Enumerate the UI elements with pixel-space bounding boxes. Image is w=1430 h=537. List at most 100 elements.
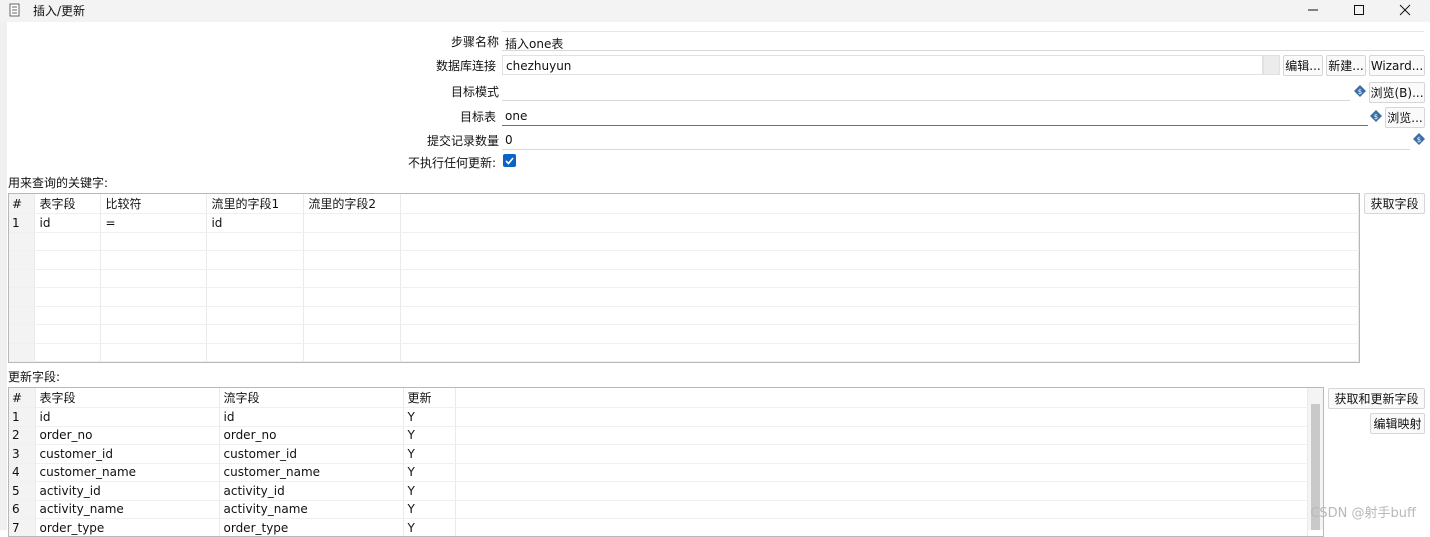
table-cell[interactable]: id — [219, 408, 403, 427]
close-button[interactable] — [1382, 0, 1428, 20]
update-header-row: # 表字段 流字段 更新 — [9, 388, 1307, 408]
table-cell[interactable]: Y — [403, 426, 455, 445]
column-header[interactable]: 流里的字段1 — [207, 194, 304, 214]
variable-diamond-icon: $ — [1370, 110, 1382, 122]
row-number: 2 — [9, 426, 35, 445]
column-header[interactable]: 表字段 — [35, 388, 219, 408]
variable-diamond-icon: $ — [1354, 85, 1366, 97]
table-cell[interactable]: activity_name — [219, 500, 403, 519]
table-cell[interactable]: Y — [403, 482, 455, 501]
filler-header — [401, 194, 1359, 214]
table-cell[interactable]: Y — [403, 445, 455, 464]
table-browse-button[interactable]: 浏览... — [1385, 107, 1425, 128]
table-cell[interactable]: = — [101, 214, 207, 233]
empty-row — [9, 232, 1359, 251]
table-row[interactable]: 1 id = id — [9, 214, 1359, 233]
step-icon — [9, 3, 21, 17]
empty-row — [9, 343, 1359, 362]
variable-diamond-icon: $ — [1413, 133, 1425, 145]
keys-table[interactable]: # 表字段 比较符 流里的字段1 流里的字段2 1 id = id — [8, 193, 1360, 363]
update-fields-table[interactable]: # 表字段 流字段 更新 1 id id Y 2 order_no order_… — [8, 387, 1324, 537]
minimize-button[interactable] — [1290, 0, 1336, 20]
table-cell[interactable]: Y — [403, 500, 455, 519]
new-connection-button[interactable]: 新建... — [1326, 55, 1366, 76]
table-row[interactable]: 1 id id Y — [9, 408, 1307, 427]
table-cell[interactable]: order_type — [219, 519, 403, 537]
schema-browse-button[interactable]: 浏览(B)... — [1369, 82, 1425, 103]
no-update-checkbox[interactable] — [503, 154, 516, 167]
table-cell[interactable] — [304, 214, 401, 233]
filler-cell — [455, 408, 1307, 427]
table-label: 目标表 — [400, 108, 496, 125]
table-cell[interactable]: Y — [403, 463, 455, 482]
title-bar: 插入/更新 — [0, 0, 1430, 22]
table-cell[interactable]: order_no — [219, 426, 403, 445]
get-update-fields-button[interactable]: 获取和更新字段 — [1328, 388, 1425, 409]
edit-mapping-button[interactable]: 编辑映射 — [1370, 413, 1425, 434]
svg-text:$: $ — [1417, 136, 1421, 144]
schema-label: 目标模式 — [400, 83, 499, 100]
row-number: 6 — [9, 500, 35, 519]
table-cell[interactable]: id — [207, 214, 304, 233]
get-fields-button[interactable]: 获取字段 — [1364, 193, 1425, 214]
row-number: 4 — [9, 463, 35, 482]
column-header[interactable]: 表字段 — [35, 194, 101, 214]
table-cell[interactable]: customer_id — [35, 445, 219, 464]
minimize-icon — [1307, 4, 1319, 16]
connection-label: 数据库连接 — [400, 57, 496, 74]
table-cell[interactable]: activity_id — [219, 482, 403, 501]
checkmark-icon — [504, 155, 515, 166]
close-icon — [1399, 4, 1411, 16]
empty-row — [9, 269, 1359, 288]
background-window-edge — [0, 22, 7, 530]
filler-header — [455, 388, 1307, 408]
watermark: CSDN @射手buff — [1310, 502, 1416, 521]
no-update-label: 不执行任何更新: — [400, 154, 496, 171]
table-cell[interactable]: order_no — [35, 426, 219, 445]
keys-section-label: 用来查询的关键字: — [8, 174, 108, 191]
connection-dropdown-toggle[interactable] — [1263, 55, 1280, 75]
column-header[interactable]: 比较符 — [101, 194, 207, 214]
table-cell[interactable]: Y — [403, 408, 455, 427]
table-cell[interactable]: customer_name — [219, 463, 403, 482]
wizard-button[interactable]: Wizard... — [1369, 55, 1425, 76]
column-header[interactable]: 更新 — [403, 388, 455, 408]
filler-cell — [455, 445, 1307, 464]
column-header[interactable]: # — [9, 194, 35, 214]
column-header[interactable]: # — [9, 388, 35, 408]
table-cell[interactable]: customer_id — [219, 445, 403, 464]
table-cell[interactable]: id — [35, 214, 101, 233]
maximize-button[interactable] — [1336, 0, 1382, 20]
table-cell[interactable]: order_type — [35, 519, 219, 537]
empty-row — [9, 325, 1359, 344]
svg-text:$: $ — [1374, 113, 1378, 121]
table-row[interactable]: 3 customer_id customer_id Y — [9, 445, 1307, 464]
edit-connection-button[interactable]: 编辑... — [1283, 55, 1323, 76]
table-row[interactable]: 2 order_no order_no Y — [9, 426, 1307, 445]
commit-size-input[interactable]: 0 — [502, 130, 1410, 150]
filler-cell — [455, 426, 1307, 445]
column-header[interactable]: 流里的字段2 — [304, 194, 401, 214]
table-cell[interactable]: activity_id — [35, 482, 219, 501]
connection-select[interactable]: chezhuyun — [502, 55, 1263, 75]
filler-cell — [455, 519, 1307, 537]
table-row[interactable]: 4 customer_name customer_name Y — [9, 463, 1307, 482]
table-cell[interactable]: activity_name — [35, 500, 219, 519]
table-cell[interactable]: customer_name — [35, 463, 219, 482]
table-cell[interactable]: Y — [403, 519, 455, 537]
commit-size-label: 提交记录数量 — [400, 132, 499, 149]
table-row[interactable]: 5 activity_id activity_id Y — [9, 482, 1307, 501]
row-number: 7 — [9, 519, 35, 537]
window-title: 插入/更新 — [33, 2, 85, 19]
table-input[interactable]: one — [502, 106, 1368, 126]
table-row[interactable]: 7 order_type order_type Y — [9, 519, 1307, 537]
step-name-label: 步骤名称 — [400, 33, 499, 50]
table-cell[interactable]: id — [35, 408, 219, 427]
keys-header-row: # 表字段 比较符 流里的字段1 流里的字段2 — [9, 194, 1359, 214]
empty-row — [9, 306, 1359, 325]
filler-cell — [401, 214, 1359, 233]
column-header[interactable]: 流字段 — [219, 388, 403, 408]
schema-input[interactable] — [502, 81, 1350, 101]
step-name-input[interactable]: 插入one表 — [502, 31, 1424, 51]
table-row[interactable]: 6 activity_name activity_name Y — [9, 500, 1307, 519]
